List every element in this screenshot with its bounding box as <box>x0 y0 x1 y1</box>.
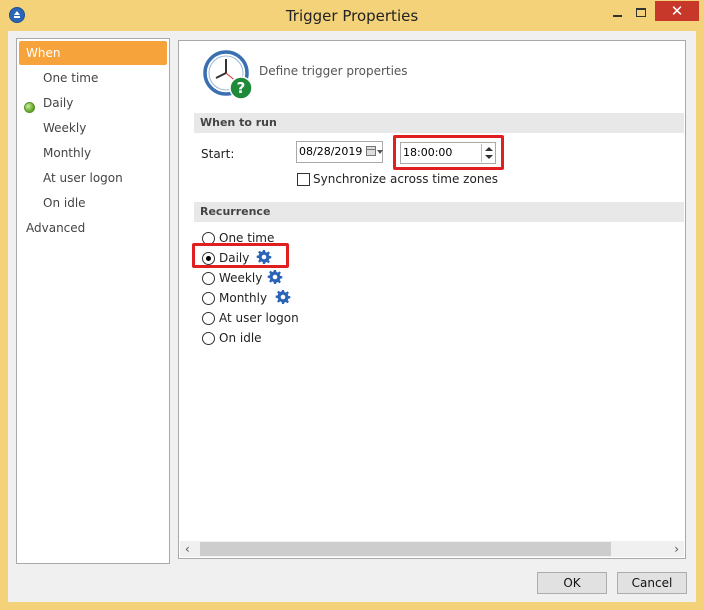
scroll-thumb[interactable] <box>200 542 611 556</box>
when-to-run-section: When to run <box>194 113 684 133</box>
calendar-icon[interactable] <box>366 146 376 156</box>
radio-weekly-label[interactable]: Weekly <box>219 271 262 285</box>
content-panel: ? Define trigger properties When to run … <box>178 40 686 559</box>
header-title: Define trigger properties <box>259 64 408 78</box>
scroll-left-icon[interactable]: ‹ <box>185 543 190 555</box>
sidebar-item-daily[interactable]: Daily <box>43 91 73 115</box>
dialog-client: When One time Daily Weekly Monthly At us… <box>8 31 696 602</box>
sidebar-item-one-time[interactable]: One time <box>43 66 98 90</box>
minimize-button[interactable] <box>604 1 630 23</box>
sync-time-zones-label[interactable]: Synchronize across time zones <box>313 172 498 186</box>
horizontal-scrollbar[interactable]: ‹ › <box>180 541 684 557</box>
window-title: Trigger Properties <box>285 7 419 25</box>
maximize-icon <box>636 8 646 17</box>
radio-on-idle-label[interactable]: On idle <box>219 331 262 345</box>
weekly-settings-gear-icon[interactable] <box>267 269 283 285</box>
svg-text:?: ? <box>237 79 246 97</box>
sidebar-item-advanced[interactable]: Advanced <box>26 216 85 240</box>
start-date-picker[interactable]: 08/28/2019 <box>296 141 383 163</box>
radio-at-user-logon-label[interactable]: At user logon <box>219 311 299 325</box>
daily-highlight-box <box>192 243 289 268</box>
sidebar-item-weekly[interactable]: Weekly <box>43 116 86 140</box>
scroll-right-icon[interactable]: › <box>674 543 679 555</box>
radio-at-user-logon[interactable] <box>202 312 215 325</box>
radio-weekly[interactable] <box>202 272 215 285</box>
trigger-properties-window: Trigger Properties ✕ When One time Daily… <box>0 0 704 610</box>
maximize-button[interactable] <box>629 1 653 23</box>
sync-time-zones-checkbox[interactable] <box>297 173 310 186</box>
radio-monthly-label[interactable]: Monthly <box>219 291 267 305</box>
sidebar: When One time Daily Weekly Monthly At us… <box>16 38 170 564</box>
radio-monthly[interactable] <box>202 292 215 305</box>
cancel-button[interactable]: Cancel <box>617 572 687 594</box>
ok-button[interactable]: OK <box>537 572 607 594</box>
close-icon: ✕ <box>670 2 684 20</box>
monthly-settings-gear-icon[interactable] <box>275 289 291 305</box>
sidebar-item-at-user-logon[interactable]: At user logon <box>43 166 123 190</box>
close-button[interactable]: ✕ <box>655 1 699 21</box>
minimize-icon <box>613 15 622 17</box>
radio-on-idle[interactable] <box>202 332 215 345</box>
chevron-down-icon[interactable] <box>377 150 383 154</box>
active-status-icon <box>24 102 35 113</box>
sidebar-item-when[interactable]: When <box>19 41 167 65</box>
start-date-value: 08/28/2019 <box>299 145 363 158</box>
start-label: Start: <box>201 147 235 161</box>
recurrence-section: Recurrence <box>194 202 684 222</box>
time-highlight-box <box>393 135 504 170</box>
sidebar-item-on-idle[interactable]: On idle <box>43 191 86 215</box>
sidebar-item-monthly[interactable]: Monthly <box>43 141 91 165</box>
clock-help-icon: ? <box>203 50 253 100</box>
title-bar[interactable]: Trigger Properties ✕ <box>0 0 704 31</box>
